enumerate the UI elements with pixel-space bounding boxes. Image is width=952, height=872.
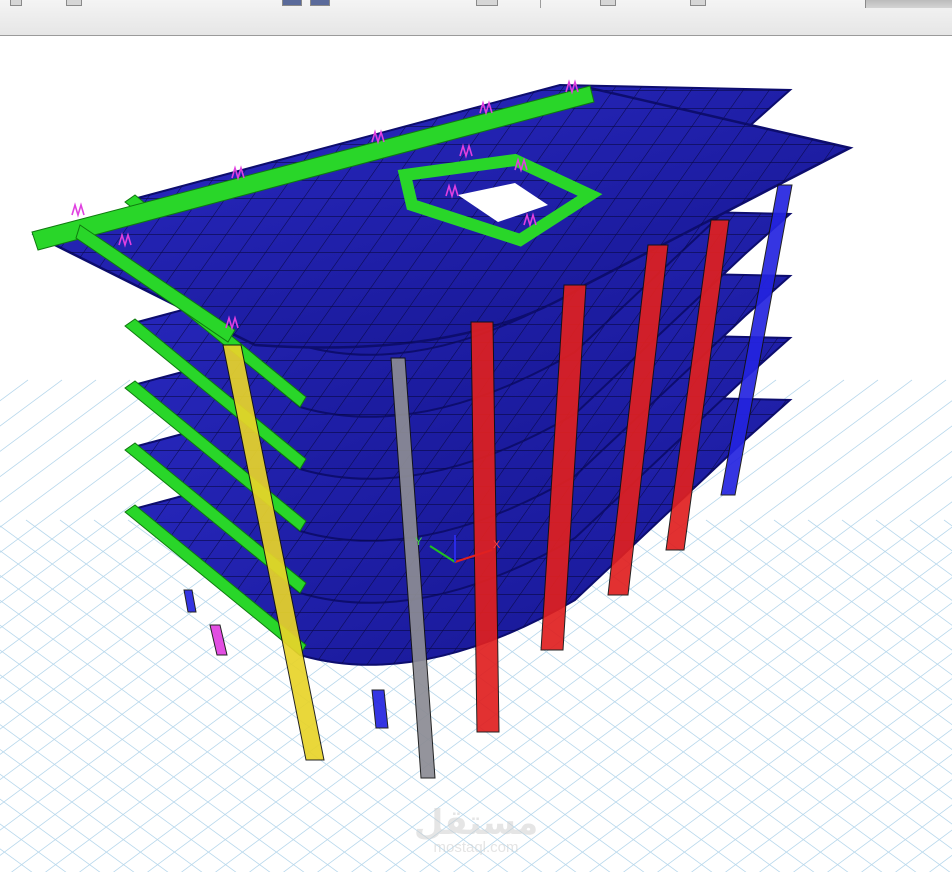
watermark-arabic: مستقل	[414, 803, 538, 843]
undo-icon[interactable]	[10, 0, 22, 6]
toolbar	[0, 0, 952, 36]
grid-line	[0, 823, 67, 872]
floor-slabs	[31, 79, 854, 666]
grid-line	[807, 519, 952, 626]
grid-line	[0, 379, 97, 452]
toolbar-separator	[540, 0, 541, 8]
grid-line	[841, 519, 952, 601]
watermark-latin: mostaql.com	[433, 839, 518, 856]
window-icon[interactable]	[690, 0, 706, 6]
window-icon[interactable]	[310, 0, 330, 6]
grid-line	[861, 804, 952, 872]
window-icon[interactable]	[476, 0, 498, 6]
axis-label-y: Y	[415, 536, 423, 548]
grid-line	[637, 519, 952, 750]
grid-line	[0, 520, 2, 872]
model-3d-view[interactable]: X Y مستقل mostaql.com	[0, 37, 952, 872]
grid-line	[929, 854, 952, 872]
grid-line	[0, 379, 29, 402]
window-icon[interactable]	[282, 0, 302, 6]
support-marker	[71, 202, 85, 218]
grid-line	[773, 519, 952, 651]
redo-icon[interactable]	[66, 0, 82, 6]
grid-line	[895, 829, 952, 872]
window-controls[interactable]	[865, 0, 952, 8]
axis-label-x: X	[493, 539, 501, 551]
window-icon[interactable]	[600, 0, 616, 6]
